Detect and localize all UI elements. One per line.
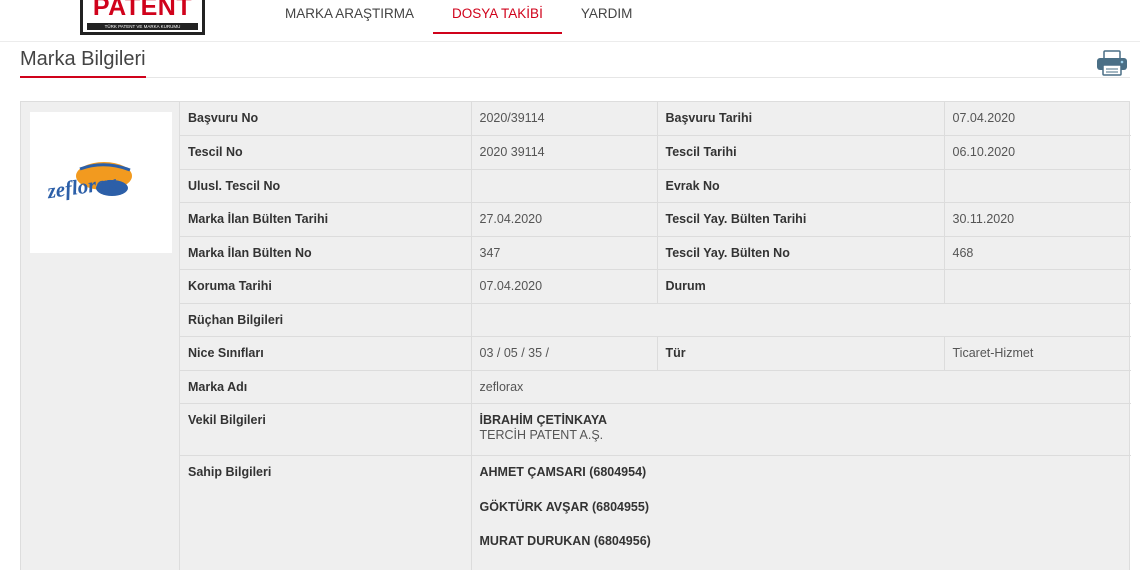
field-value: 07.04.2020 [943,102,1131,136]
field-value: 2020 39114 [470,135,657,170]
field-label: Tescil No [180,135,471,170]
field-value: 06.10.2020 [943,135,1131,170]
table-row: Koruma Tarihi 07.04.2020 Durum [180,269,1131,304]
logo-subtitle: TÜRK PATENT VE MARKA KURUMU [87,23,198,30]
nav-marka-arastirma[interactable]: MARKA ARAŞTIRMA [266,0,433,34]
field-label: Ulusl. Tescil No [180,169,471,203]
field-label: Tescil Yay. Bülten Tarihi [656,202,944,237]
field-value: 347 [470,236,657,270]
table-row: Marka Adı zeflorax [180,370,1131,404]
nice-classes-value: 03 / 05 / 35 / [470,336,657,371]
field-label: Tescil Tarihi [656,135,944,170]
table-row: Marka İlan Bülten Tarihi 27.04.2020 Tesc… [180,202,1131,237]
field-label: Durum [656,269,944,304]
type-label: Tür [656,336,944,371]
agent-info: İBRAHİM ÇETİNKAYA TERCİH PATENT A.Ş. [470,403,1131,456]
table-row: Ulusl. Tescil No Evrak No [180,169,1131,203]
field-label: Başvuru Tarihi [656,102,944,136]
field-label: Tescil Yay. Bülten No [656,236,944,270]
page-title: Marka Bilgileri [20,48,146,78]
table-row: Başvuru No 2020/39114 Başvuru Tarihi 07.… [180,102,1131,136]
ruchan-value [470,303,1131,337]
owner-list: AHMET ÇAMSARI (6804954) GÖKTÜRK AVŞAR (6… [470,455,1131,570]
owner-item: GÖKTÜRK AVŞAR (6804955) [479,499,650,514]
patent-logo[interactable]: PATENT TÜRK PATENT VE MARKA KURUMU [80,0,205,35]
field-label: Başvuru No [180,102,471,136]
svg-text:zeflorax: zeflorax [45,170,119,204]
field-value: 27.04.2020 [470,202,657,237]
top-navigation-bar: PATENT TÜRK PATENT VE MARKA KURUMU MARKA… [0,0,1140,42]
agent-name: İBRAHİM ÇETİNKAYA [479,413,608,427]
trademark-info-panel: zeflorax Başvuru No 2020/39114 Başvuru T… [20,101,1131,570]
agent-firm: TERCİH PATENT A.Ş. [479,428,604,442]
field-label: Evrak No [656,169,944,203]
field-value [943,269,1131,304]
nice-classes-label: Nice Sınıfları [180,336,471,371]
type-value: Ticaret-Hizmet [943,336,1131,371]
table-row: Vekil Bilgileri İBRAHİM ÇETİNKAYA TERCİH… [180,403,1131,456]
owner-item: AHMET ÇAMSARI (6804954) [479,465,647,479]
table-row: Nice Sınıfları 03 / 05 / 35 / Tür Ticare… [180,336,1131,371]
table-row: Rüçhan Bilgileri [180,303,1131,337]
agent-label: Vekil Bilgileri [180,403,471,456]
trademark-details-table: Başvuru No 2020/39114 Başvuru Tarihi 07.… [180,102,1131,570]
table-row: Sahip Bilgileri AHMET ÇAMSARI (6804954) … [180,455,1131,570]
field-value: 468 [943,236,1131,270]
owner-item: MURAT DURUKAN (6804956) [479,534,651,548]
main-nav: MARKA ARAŞTIRMA DOSYA TAKİBİ YARDIM [266,0,651,42]
field-value: 30.11.2020 [943,202,1131,237]
field-label: Marka İlan Bülten Tarihi [180,202,471,237]
nav-yardim[interactable]: YARDIM [562,0,652,34]
trademark-logo-image: zeflorax [30,112,172,253]
ruchan-label: Rüçhan Bilgileri [180,303,471,337]
table-row: Marka İlan Bülten No 347 Tescil Yay. Bül… [180,236,1131,270]
field-value [943,169,1131,203]
brand-name-value: zeflorax [470,370,1131,404]
nav-dosya-takibi[interactable]: DOSYA TAKİBİ [433,0,562,34]
field-value [470,169,657,203]
brand-name-label: Marka Adı [180,370,471,404]
field-value: 07.04.2020 [470,269,657,304]
field-value: 2020/39114 [470,102,657,136]
table-row: Tescil No 2020 39114 Tescil Tarihi 06.10… [180,135,1131,170]
owner-label: Sahip Bilgileri [188,465,272,479]
logo-text: PATENT [92,0,193,21]
printer-icon[interactable] [1096,50,1128,76]
field-label: Koruma Tarihi [180,269,471,304]
title-bar: Marka Bilgileri [20,48,1130,78]
field-label: Marka İlan Bülten No [180,236,471,270]
